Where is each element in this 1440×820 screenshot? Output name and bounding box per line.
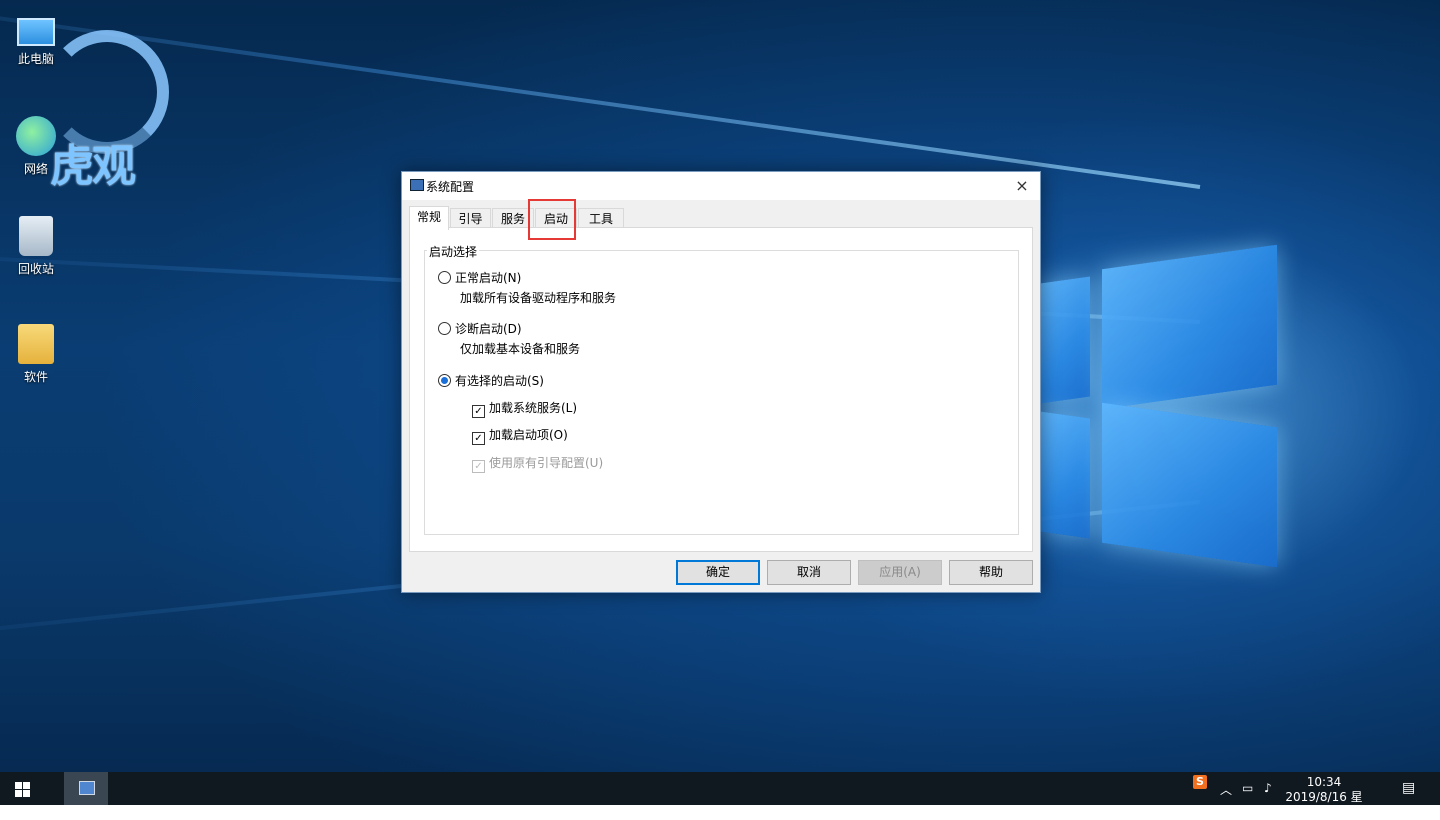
general-tab-panel: 启动选择 正常启动(N) 加载所有设备驱动程序和服务 诊断启动(D) 仅加载基本… <box>409 227 1033 552</box>
light-beam <box>0 0 1201 189</box>
taskbar-clock[interactable]: 10:34 2019/8/16 星期五 <box>1284 775 1364 820</box>
radio-circle[interactable] <box>438 322 451 335</box>
desktop-icon-label: 此电脑 <box>17 52 54 66</box>
checkbox-load-startup-items[interactable]: ✓ 加载启动项(O) <box>472 426 568 445</box>
desktop-icon-label: 回收站 <box>17 262 54 276</box>
checkbox-label: 加载系统服务(L) <box>489 401 578 415</box>
desktop-icon-label: 软件 <box>23 370 48 384</box>
radio-circle-checked[interactable] <box>438 374 451 387</box>
checkmark-icon[interactable]: ✓ <box>472 405 485 418</box>
option-description: 仅加载基本设备和服务 <box>460 342 581 356</box>
windows-logo-wallpaper <box>1030 235 1290 580</box>
checkbox-use-original-boot-config: ✓ 使用原有引导配置(U) <box>472 454 603 473</box>
checkbox-load-system-services[interactable]: ✓ 加载系统服务(L) <box>472 399 577 418</box>
action-center-icon[interactable]: ▤ <box>1402 780 1415 813</box>
tab-general[interactable]: 常规 <box>409 206 449 230</box>
radio-diagnostic-startup[interactable]: 诊断启动(D) <box>438 320 522 337</box>
checkbox-label: 加载启动项(O) <box>489 428 568 442</box>
desktop-icon-software-folder[interactable]: 软件 <box>8 324 64 385</box>
taskbar-msconfig-button[interactable] <box>64 772 108 805</box>
option-description: 加载所有设备驱动程序和服务 <box>460 291 617 305</box>
cancel-button[interactable]: 取消 <box>767 560 851 585</box>
tab-tools[interactable]: 工具 <box>578 208 624 229</box>
checkmark-icon[interactable]: ✓ <box>472 432 485 445</box>
radio-label: 有选择的启动(S) <box>455 374 544 388</box>
apply-button: 应用(A) <box>858 560 942 585</box>
desktop-icon-network[interactable]: 网络 <box>8 116 64 177</box>
ok-button[interactable]: 确定 <box>676 560 760 585</box>
checkbox-label: 使用原有引导配置(U) <box>489 456 604 470</box>
dialog-title: 系统配置 <box>426 180 475 194</box>
desktop-icon-recycle-bin[interactable]: 回收站 <box>8 216 64 277</box>
group-title: 启动选择 <box>427 243 480 260</box>
startup-tab-highlight <box>528 199 576 240</box>
network-tray-icon[interactable]: ▭ <box>1242 781 1253 814</box>
radio-label: 正常启动(N) <box>455 271 522 285</box>
tab-boot[interactable]: 引导 <box>450 208 491 229</box>
ime-sogou-icon[interactable]: S <box>1193 775 1207 789</box>
taskbar: ︿ ▭ ♪ ▤ <box>0 772 1440 805</box>
radio-circle[interactable] <box>438 271 451 284</box>
clock-date: 2019/8/16 星期五 <box>1285 790 1363 819</box>
radio-label: 诊断启动(D) <box>455 322 522 336</box>
system-config-dialog: 系统配置 × 常规 引导 服务 启动 工具 启动选择 正常启动(N) 加载所有设… <box>401 171 1041 593</box>
desktop-icon-label: 网络 <box>23 162 48 176</box>
radio-selective-startup[interactable]: 有选择的启动(S) <box>438 372 544 389</box>
radio-normal-startup[interactable]: 正常启动(N) <box>438 269 521 286</box>
close-button[interactable]: × <box>1004 172 1040 200</box>
start-button[interactable] <box>0 772 44 805</box>
msconfig-app-icon <box>410 179 424 191</box>
dialog-titlebar[interactable]: 系统配置 × <box>402 172 1040 200</box>
close-icon: × <box>1015 176 1029 195</box>
show-hidden-icons-chevron-icon[interactable]: ︿ <box>1220 781 1232 814</box>
volume-icon[interactable]: ♪ <box>1264 781 1272 814</box>
msconfig-app-icon <box>79 781 95 795</box>
folder-icon <box>18 324 54 364</box>
computer-icon <box>17 18 55 46</box>
help-button[interactable]: 帮助 <box>949 560 1033 585</box>
clock-time: 10:34 <box>1306 775 1342 789</box>
network-icon <box>16 116 56 156</box>
checkmark-icon: ✓ <box>472 460 485 473</box>
desktop-icon-computer[interactable]: 此电脑 <box>8 10 64 67</box>
recycle-bin-icon <box>19 216 53 256</box>
